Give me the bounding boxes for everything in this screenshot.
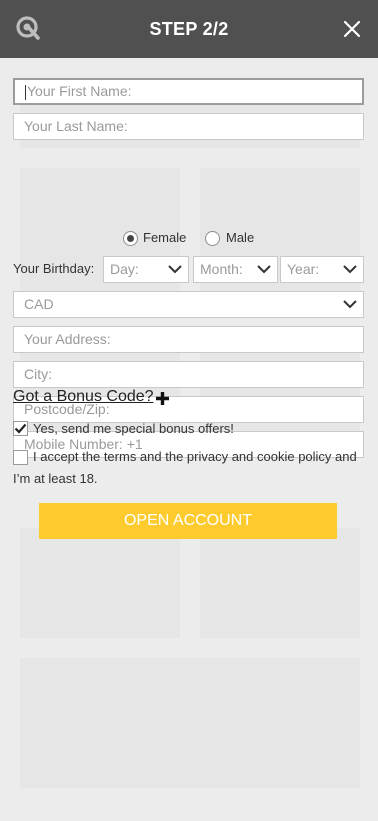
lower-form: Got a Bonus Code? Yes, send me special b… — [13, 0, 364, 821]
bonus-offers-label: Yes, send me special bonus offers! — [33, 421, 234, 436]
open-account-button[interactable]: OPEN ACCOUNT — [39, 503, 337, 539]
plus-icon[interactable] — [155, 391, 170, 406]
terms-label: I accept the terms and the privacy and c… — [13, 449, 357, 486]
bonus-code-link[interactable]: Got a Bonus Code? — [13, 388, 154, 406]
bonus-offers-checkbox[interactable] — [13, 421, 28, 436]
checkmark-icon — [14, 423, 27, 434]
